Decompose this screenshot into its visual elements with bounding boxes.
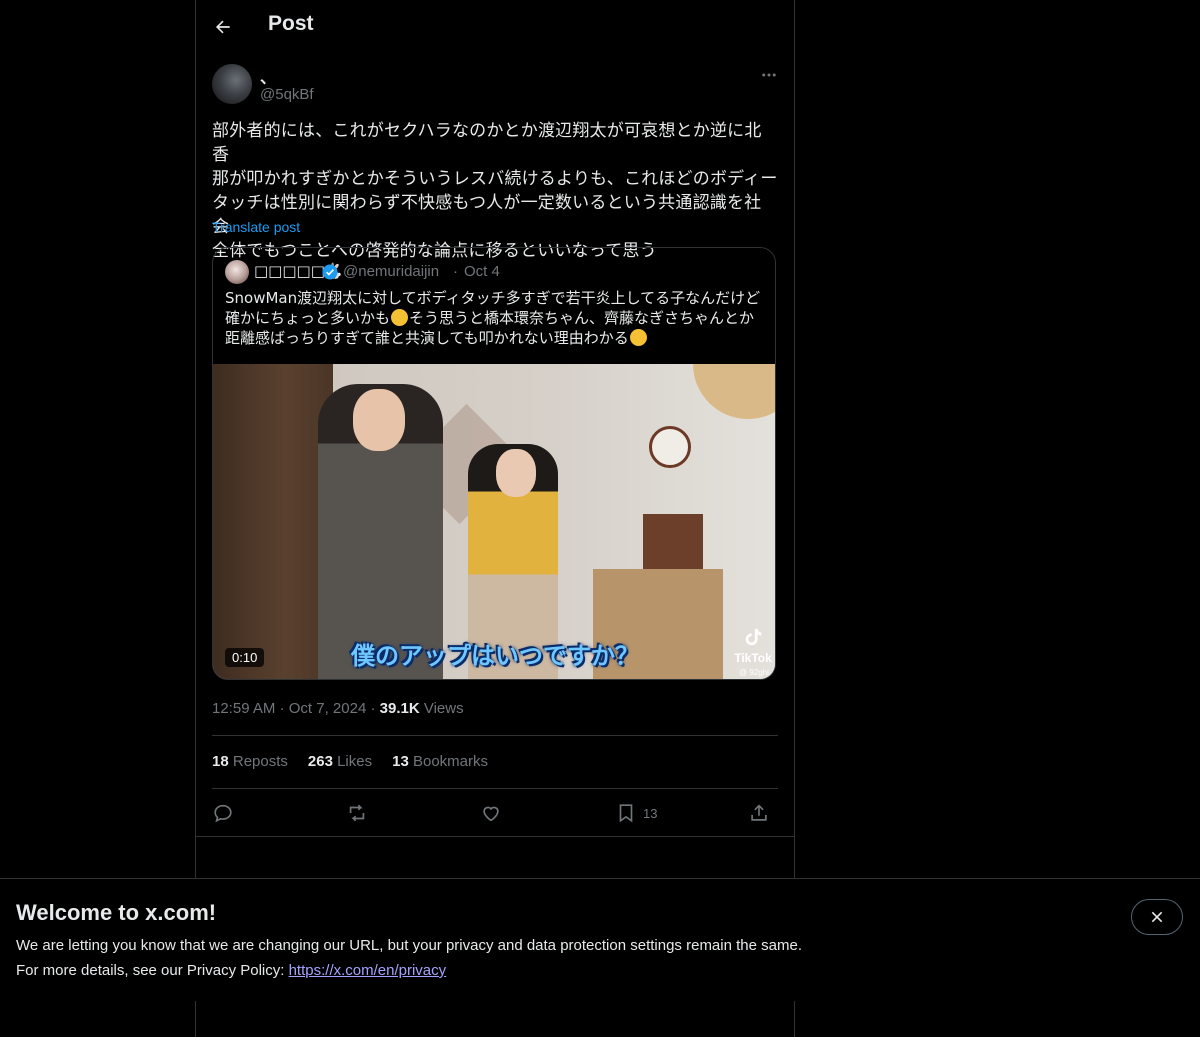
banner-title: Welcome to x.com! <box>16 900 217 925</box>
quoted-text-line-2b: そう思うと橋本環奈ちゃん、齊藤なぎさちゃんとか <box>409 309 755 327</box>
engagement-stats: 18 Reposts 263 Likes 13 Bookmarks <box>212 753 488 770</box>
views-count: 39.1K <box>379 700 420 717</box>
quoted-post[interactable]: □□□□□🐇 @nemuridaijin · Oct 4 SnowMan渡辺翔太… <box>212 247 776 680</box>
author-avatar[interactable] <box>212 64 252 104</box>
divider <box>196 836 794 837</box>
repost-icon <box>349 804 365 822</box>
author-display-name[interactable]: 、 <box>260 64 276 88</box>
verified-icon <box>322 264 338 280</box>
post-time[interactable]: 12:59 AM <box>212 700 275 717</box>
like-button[interactable] <box>480 798 502 828</box>
action-bar: 13 <box>212 798 778 828</box>
video-frame-man-face <box>353 389 405 451</box>
reply-icon <box>214 804 232 823</box>
quoted-post-text: SnowMan渡辺翔太に対してボディタッチ多すぎで若干炎上してる子なんだけど 確… <box>225 288 765 348</box>
pleading-face-emoji <box>629 329 647 346</box>
divider <box>212 735 778 736</box>
video-subtitle: 僕のアップはいつですか？ <box>351 642 639 670</box>
reposts-stat[interactable]: 18 Reposts <box>212 753 288 770</box>
banner-message: We are letting you know that we are chan… <box>16 937 802 954</box>
post-date[interactable]: Oct 7, 2024 <box>289 700 367 717</box>
quoted-author-avatar[interactable] <box>225 260 249 284</box>
divider <box>212 788 778 789</box>
video-player[interactable]: 僕のアップはいつですか？ 0:10 TikTok @ 92ghi <box>213 364 775 679</box>
page-title: Post <box>268 12 314 35</box>
video-frame-door <box>213 364 333 679</box>
tiktok-watermark: TikTok <box>733 626 773 665</box>
views-label: Views <box>423 700 464 717</box>
banner-details: For more details, see our Privacy Policy… <box>16 962 446 979</box>
share-icon <box>751 804 767 821</box>
video-frame-woman-face <box>496 449 536 497</box>
quoted-text-line-3: 距離感ばっちりすぎて誰と共演しても叩かれない理由わかる <box>225 329 629 347</box>
bookmark-icon <box>619 804 633 823</box>
video-frame-clock <box>649 426 691 468</box>
post-metadata: 12:59 AM · Oct 7, 2024 · 39.1K Views <box>212 700 464 717</box>
welcome-banner: Welcome to x.com! We are letting you kno… <box>0 878 1200 1001</box>
quoted-text-line-1: SnowMan渡辺翔太に対してボディタッチ多すぎで若干炎上してる子なんだけど <box>225 289 761 307</box>
tiktok-handle: @ 92ghi <box>739 668 769 677</box>
top-bar: Post <box>196 0 794 53</box>
repost-button[interactable] <box>346 798 368 828</box>
author-handle[interactable]: @5qkBf <box>260 86 314 103</box>
likes-stat[interactable]: 263 Likes <box>308 753 372 770</box>
tiktok-icon <box>745 628 762 646</box>
quoted-text-line-2a: 確かにちょっと多いかも <box>225 309 391 327</box>
video-frame-cabinet <box>643 514 703 574</box>
reply-button[interactable] <box>212 798 234 828</box>
privacy-policy-link[interactable]: https://x.com/en/privacy <box>289 962 447 979</box>
bookmark-action-count: 13 <box>643 805 658 821</box>
close-icon <box>1151 911 1163 923</box>
video-duration: 0:10 <box>225 648 265 667</box>
banner-details-prefix: For more details, see our Privacy Policy… <box>16 962 289 979</box>
close-banner-button[interactable] <box>1131 899 1183 935</box>
like-icon <box>483 806 499 822</box>
tiktok-brand: TikTok <box>734 651 772 665</box>
more-options-button[interactable] <box>756 64 782 86</box>
post-text: 部外者的には、これがセクハラなのかとか渡辺翔太が可哀想とか逆に北香 那が叩かれす… <box>212 121 778 261</box>
translate-post-link[interactable]: Translate post <box>212 219 300 235</box>
share-button[interactable] <box>748 798 770 828</box>
bookmarks-stat[interactable]: 13 Bookmarks <box>392 753 488 770</box>
bookmark-button[interactable]: 13 <box>615 798 657 828</box>
grinning-sweat-emoji <box>391 309 409 326</box>
separator-dot: · <box>453 263 458 280</box>
back-arrow-icon <box>216 20 230 34</box>
more-icon <box>762 73 776 77</box>
back-button[interactable] <box>208 12 238 42</box>
quoted-author-handle[interactable]: @nemuridaijin <box>343 263 439 280</box>
quoted-post-date[interactable]: Oct 4 <box>464 263 500 280</box>
